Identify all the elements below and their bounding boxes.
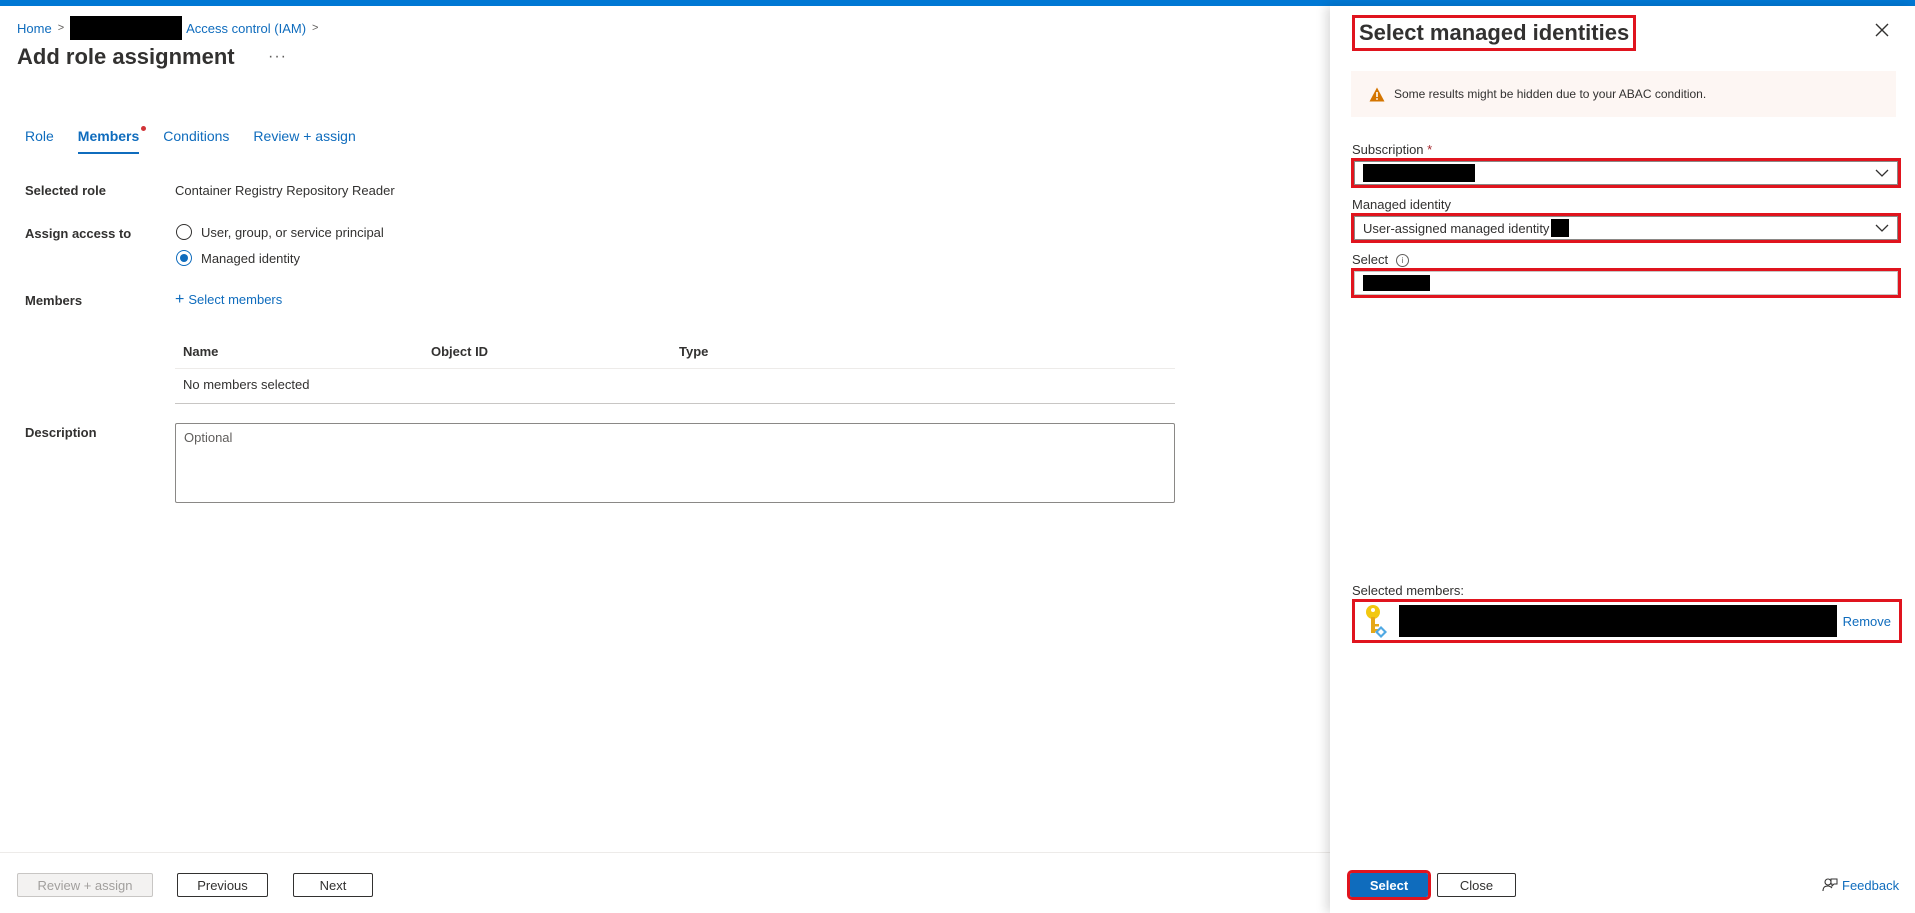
radio-managed-label: Managed identity [201,250,301,266]
page-title: Add role assignment [17,44,235,69]
subscription-label: Subscription * [1352,142,1432,157]
redacted-resource-name [70,16,183,40]
select-members-link[interactable]: + Select members [175,291,283,308]
footer-divider [0,852,1330,853]
tab-role-label: Role [25,128,54,144]
selected-members-label: Selected members: [1352,583,1464,598]
description-input[interactable] [175,423,1175,503]
redacted-member-name [1399,605,1837,637]
close-button[interactable]: Close [1437,873,1516,897]
selected-role-value: Container Registry Repository Reader [175,183,395,198]
column-header-name[interactable]: Name [175,340,423,369]
panel-title: Select managed identities [1352,15,1637,51]
select-managed-identities-panel: Select managed identities Some results m… [1330,6,1915,913]
redacted-subscription [1363,164,1475,182]
review-assign-button[interactable]: Review + assign [17,873,153,897]
select-label: Select i [1352,252,1410,268]
remove-member-link[interactable]: Remove [1843,614,1891,629]
breadcrumb-home[interactable]: Home [17,21,52,36]
managed-identity-dropdown[interactable]: User-assigned managed identity [1354,216,1898,240]
chevron-right-icon: > [57,22,65,34]
no-members-text: No members selected [175,368,1175,404]
close-icon[interactable] [1870,18,1894,42]
managed-identity-label: Managed identity [1352,197,1452,212]
selected-role-label: Selected role [25,183,106,198]
feedback-text: Feedback [1842,877,1900,893]
chevron-down-icon [1875,224,1889,232]
chevron-right-icon: > [312,22,319,34]
redacted-identity-count [1551,219,1570,237]
radio-unchecked-icon [176,224,192,240]
info-icon[interactable]: i [1396,254,1410,268]
select-search-input[interactable] [1354,271,1898,295]
tab-role[interactable]: Role [25,126,54,154]
select-members-text: Select members [188,292,283,307]
tab-conditions-label: Conditions [163,128,230,144]
description-label: Description [25,425,97,440]
redacted-search-text [1363,275,1430,291]
breadcrumb: Home > Access control (IAM) > [17,16,324,40]
selected-member-row: Remove [1352,599,1902,643]
feedback-link[interactable]: Feedback [1822,877,1899,893]
radio-checked-icon [176,250,192,266]
tab-conditions[interactable]: Conditions [163,126,229,154]
column-header-type[interactable]: Type [671,340,1175,369]
column-header-object-id[interactable]: Object ID [423,340,671,369]
subscription-label-text: Subscription [1352,142,1424,157]
next-button[interactable]: Next [293,873,373,897]
more-options-icon[interactable]: ··· [268,48,287,66]
subscription-dropdown[interactable] [1354,161,1898,185]
table-header-row: Name Object ID Type [175,340,1175,369]
validation-dot-icon [141,126,147,131]
members-label: Members [25,293,83,308]
tab-review-assign-label: Review + assign [253,128,356,144]
breadcrumb-iam[interactable]: Access control (IAM) [186,21,306,36]
chevron-down-icon [1875,169,1889,177]
feedback-icon [1822,878,1838,892]
radio-managed-identity[interactable]: Managed identity [176,250,300,266]
assign-access-label: Assign access to [25,226,132,241]
tab-members-label: Members [77,128,140,144]
managed-identity-value: User-assigned managed identity [1363,220,1550,236]
radio-user-group-sp[interactable]: User, group, or service principal [176,224,384,240]
warning-text: Some results might be hidden due to your… [1394,87,1707,101]
managed-identity-key-icon [1366,605,1387,638]
radio-user-label: User, group, or service principal [201,224,384,240]
select-button[interactable]: Select [1347,870,1431,900]
tab-members[interactable]: Members [77,126,147,154]
previous-button[interactable]: Previous [177,873,268,897]
plus-icon: + [175,291,185,308]
select-label-text: Select [1352,252,1389,267]
required-marker: * [1427,142,1433,157]
warning-icon [1369,87,1385,101]
members-table: Name Object ID Type No members selected [175,340,1175,404]
abac-warning-banner: Some results might be hidden due to your… [1351,71,1896,117]
table-row: No members selected [175,368,1175,404]
wizard-tabs: Role Members Conditions Review + assign [17,126,380,154]
tab-review-assign[interactable]: Review + assign [253,126,355,154]
